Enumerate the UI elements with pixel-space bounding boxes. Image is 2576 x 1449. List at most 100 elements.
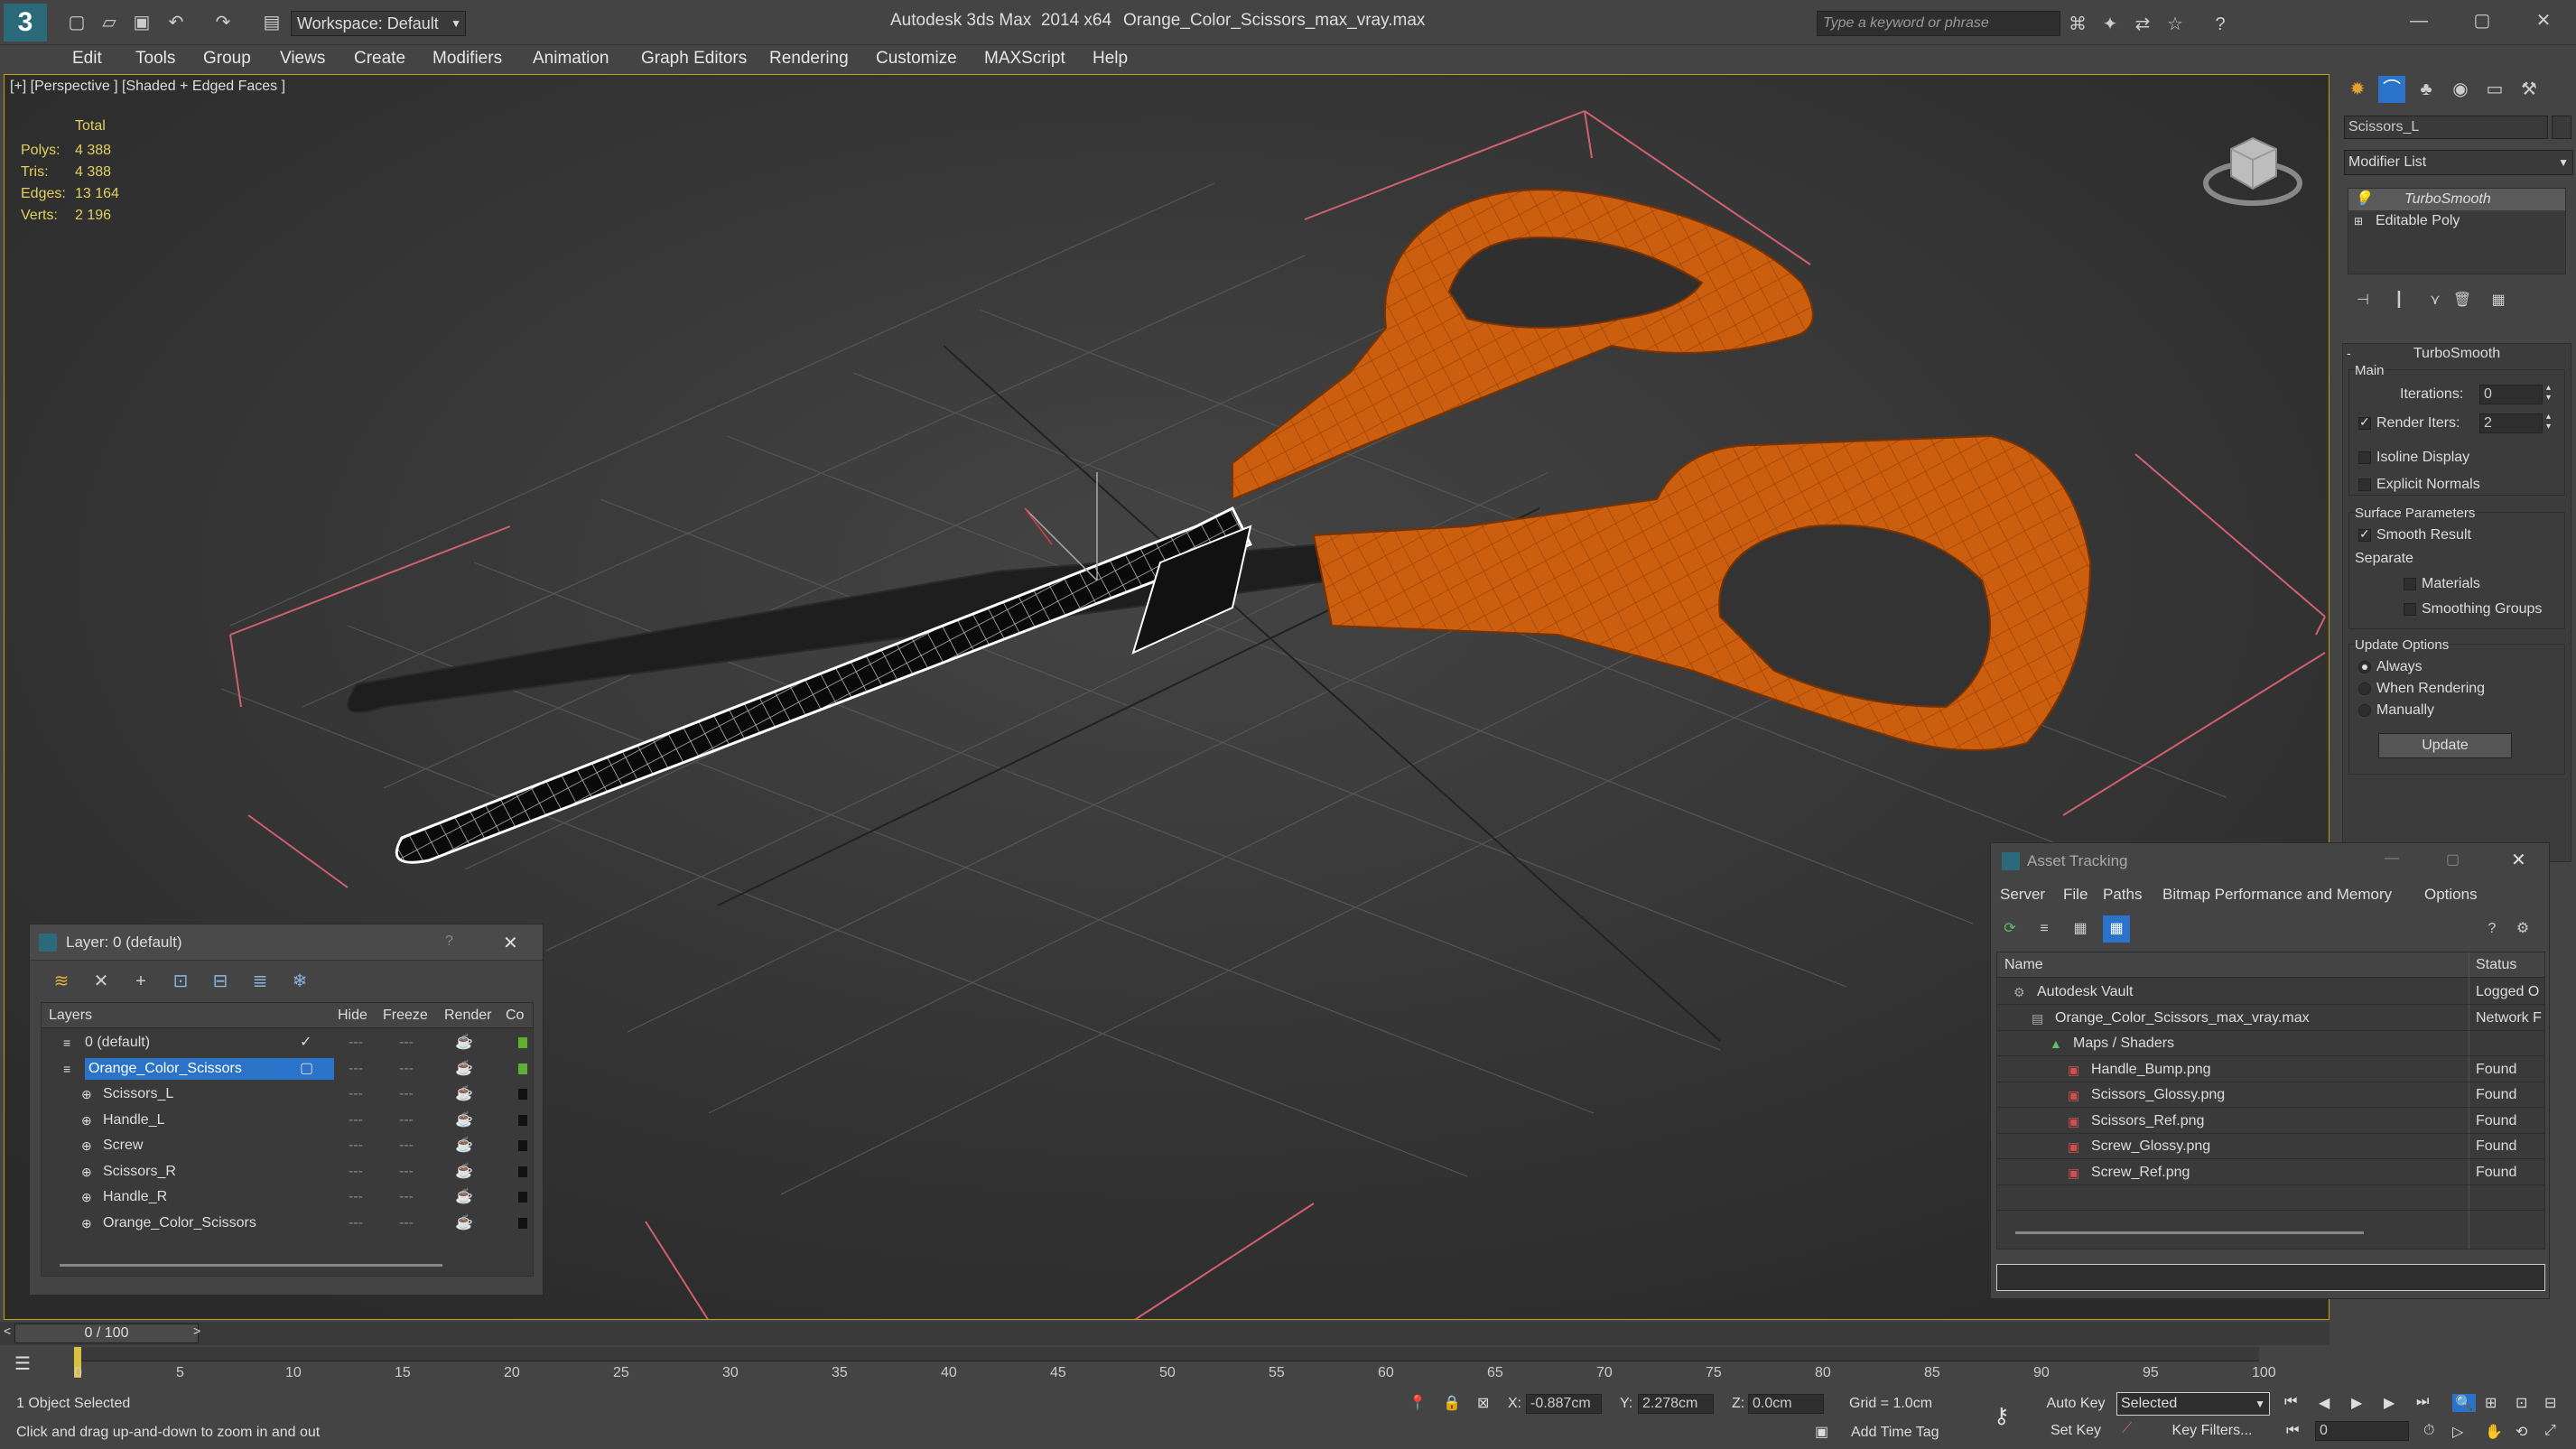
orbit-icon[interactable]: ⟲	[2516, 1423, 2527, 1441]
hide-all-icon[interactable]: ≣	[246, 968, 274, 995]
freeze-toggle[interactable]: ---	[399, 1184, 414, 1210]
redo-icon[interactable]: ↷	[209, 9, 237, 36]
always-radio[interactable]	[2358, 661, 2371, 673]
project-folder-icon[interactable]: ▤	[258, 9, 285, 36]
menu-group[interactable]: Group	[203, 45, 251, 72]
menu-tools[interactable]: Tools	[135, 45, 175, 72]
help-icon[interactable]: ?	[2207, 11, 2234, 38]
menu-create[interactable]: Create	[354, 45, 405, 72]
goto-end-icon[interactable]: ⏭	[2416, 1394, 2429, 1410]
settings-icon[interactable]: ⚙	[2509, 915, 2536, 943]
hierarchy-tab-icon[interactable]: ♣	[2413, 76, 2440, 103]
active-layer-box-icon[interactable]: ▢	[300, 1056, 313, 1082]
freeze-toggle[interactable]: ---	[399, 1133, 414, 1158]
stack-item-turbosmooth[interactable]: 💡 TurboSmooth	[2348, 189, 2565, 210]
layer-help-button[interactable]: ?	[445, 933, 453, 950]
key-filters-button[interactable]: Key Filters...	[2158, 1419, 2266, 1443]
layer-row[interactable]: ⊕ Handle_R --- --- ☕	[42, 1184, 533, 1210]
current-frame-field[interactable]: 0	[2315, 1421, 2409, 1441]
close-icon[interactable]: ✕	[2530, 7, 2557, 34]
field-of-view-icon[interactable]: ▷	[2452, 1423, 2463, 1441]
add-to-layer-icon[interactable]: +	[127, 968, 154, 995]
col-name[interactable]: Name	[2004, 952, 2043, 978]
help-icon[interactable]: ?	[2478, 915, 2506, 943]
render-teapot-icon[interactable]: ☕	[455, 1056, 473, 1082]
hide-toggle[interactable]: ---	[349, 1030, 363, 1055]
freeze-toggle[interactable]: ---	[399, 1056, 414, 1082]
zoom-icon[interactable]: 🔍	[2452, 1394, 2476, 1412]
spinner-arrows-icon[interactable]: ▴ ▾	[2546, 383, 2551, 403]
col-color[interactable]: Co	[506, 1003, 524, 1028]
hide-toggle[interactable]: ---	[349, 1133, 363, 1158]
menu-views[interactable]: Views	[280, 45, 325, 72]
asset-scrollbar[interactable]	[2015, 1231, 2364, 1234]
new-layer-icon[interactable]: ≋	[48, 968, 75, 995]
expand-icon[interactable]: ⊞	[2354, 210, 2363, 232]
render-iters-spinner[interactable]: 2	[2479, 413, 2543, 433]
asset-row[interactable]: ▲ Maps / Shaders	[1997, 1031, 2544, 1056]
open-file-icon[interactable]: ▱	[96, 9, 123, 36]
render-teapot-icon[interactable]: ☕	[455, 1211, 473, 1236]
viewport-label[interactable]: [+] [Perspective ] [Shaded + Edged Faces…	[10, 79, 285, 95]
hide-toggle[interactable]: ---	[349, 1056, 363, 1082]
highlight-layer-icon[interactable]: ⊟	[207, 968, 234, 995]
object-name-field[interactable]: Scissors_L	[2344, 116, 2548, 139]
layer-window-titlebar[interactable]: Layer: 0 (default) ? ✕	[30, 924, 543, 961]
display-tab-icon[interactable]: ▭	[2481, 76, 2508, 103]
col-layers[interactable]: Layers	[49, 1003, 92, 1028]
binoculars-icon[interactable]: ⌘	[2064, 11, 2091, 38]
layer-color-swatch[interactable]	[518, 1037, 527, 1048]
track-bar-icon[interactable]: ☰	[14, 1352, 31, 1375]
isoline-checkbox[interactable]	[2358, 451, 2371, 464]
asset-path-field[interactable]	[1996, 1264, 2545, 1291]
hide-toggle[interactable]: ---	[349, 1211, 363, 1236]
workspace-dropdown[interactable]: Workspace: Default ▼	[291, 11, 466, 36]
z-coordinate-field[interactable]: 0.0cm	[1748, 1394, 1824, 1414]
asset-menu-paths[interactable]: Paths	[2103, 881, 2142, 908]
maximize-icon[interactable]: ▢	[2446, 850, 2460, 868]
explicit-normals-checkbox[interactable]	[2358, 478, 2371, 491]
modifier-list-dropdown[interactable]: Modifier List ▼	[2344, 150, 2573, 175]
layer-color-swatch[interactable]	[518, 1114, 527, 1126]
hide-toggle[interactable]: ---	[349, 1184, 363, 1210]
smoothing-groups-checkbox[interactable]	[2404, 603, 2416, 616]
time-config-icon[interactable]: ⏱	[2423, 1423, 2434, 1439]
asset-row[interactable]: ▣ Screw_Ref.png Found	[1997, 1160, 2544, 1185]
menu-rendering[interactable]: Rendering	[769, 45, 849, 72]
hide-toggle[interactable]: ---	[349, 1108, 363, 1133]
y-coordinate-field[interactable]: 2.278cm	[1638, 1394, 1714, 1414]
update-button[interactable]: Update	[2378, 733, 2512, 758]
motion-tab-icon[interactable]: ◉	[2447, 76, 2474, 103]
undo-icon[interactable]: ↶	[163, 9, 190, 36]
asset-menu-options[interactable]: Options	[2424, 881, 2478, 908]
new-file-icon[interactable]: ▢	[63, 9, 90, 36]
freeze-toggle[interactable]: ---	[399, 1159, 414, 1184]
layer-row[interactable]: ⊕ Handle_L --- --- ☕	[42, 1108, 533, 1133]
key-filter-icon[interactable]: ⟋	[2122, 1421, 2132, 1437]
star-icon[interactable]: ☆	[2162, 11, 2189, 38]
set-key-icon[interactable]: ⚷	[1994, 1403, 2010, 1429]
show-end-result-icon[interactable]: ┃	[2385, 287, 2413, 314]
make-unique-icon[interactable]: ⋎	[2422, 287, 2449, 314]
hide-toggle[interactable]: ---	[349, 1082, 363, 1107]
x-coordinate-field[interactable]: -0.887cm	[1526, 1394, 1602, 1414]
create-tab-icon[interactable]: ✹	[2344, 76, 2371, 103]
render-teapot-icon[interactable]: ☕	[455, 1133, 473, 1158]
save-icon[interactable]: ▣	[128, 9, 155, 36]
when-rendering-radio[interactable]	[2358, 683, 2371, 695]
track-bar-keys[interactable]	[74, 1347, 2259, 1361]
close-icon[interactable]: ✕	[503, 932, 518, 954]
next-frame-icon[interactable]: ▶	[2384, 1394, 2395, 1412]
goto-start-icon[interactable]: ⏮	[2284, 1394, 2297, 1410]
lock-selection-icon[interactable]: 🔒	[1443, 1394, 1461, 1412]
layer-row[interactable]: ⊕ Screw --- --- ☕	[42, 1133, 533, 1158]
col-hide[interactable]: Hide	[338, 1003, 367, 1028]
asset-menu-server[interactable]: Server	[2000, 881, 2045, 908]
play-icon[interactable]: ▶	[2351, 1394, 2362, 1412]
key-mode-icon[interactable]: ⏮	[2286, 1423, 2299, 1439]
communication-icon[interactable]: ✦	[2097, 11, 2124, 38]
time-slider-prev-icon[interactable]: <	[4, 1324, 11, 1338]
zoom-extents-icon[interactable]: ⊡	[2516, 1394, 2527, 1412]
selected-dropdown[interactable]: Selected ▼	[2116, 1392, 2270, 1416]
render-teapot-icon[interactable]: ☕	[455, 1030, 473, 1055]
